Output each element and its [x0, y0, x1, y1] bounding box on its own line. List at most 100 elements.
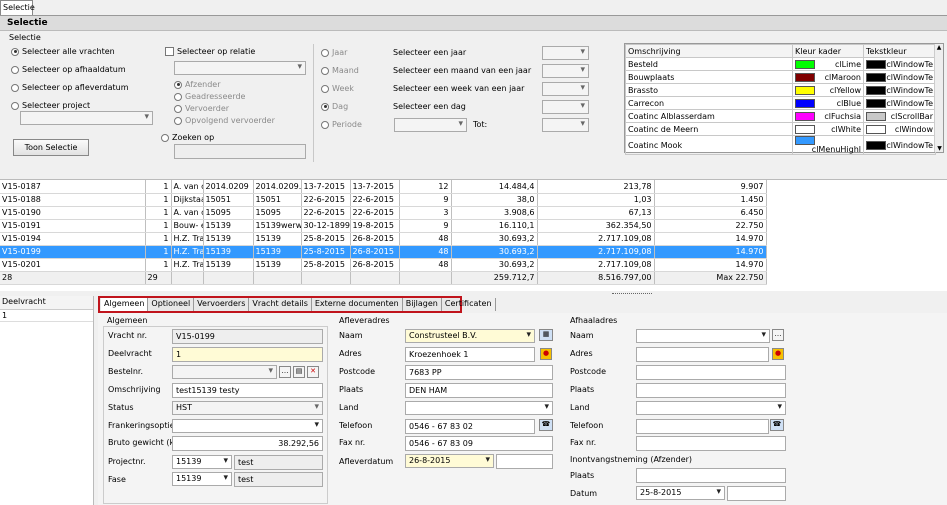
- delete-icon[interactable]: ✕: [307, 366, 319, 378]
- table-row[interactable]: V15-0201 1 H.Z. Tra 15139 15139 25-8-2015 26-8…: [0, 258, 767, 272]
- more-icon[interactable]: …: [279, 366, 291, 378]
- table-row[interactable]: V15-0194 1 H.Z. Tra 15139 15139 25-8-2015 26-8…: [0, 232, 767, 246]
- period-radio-4[interactable]: Periode: [321, 120, 362, 129]
- frank-select[interactable]: [172, 419, 323, 433]
- selectie-radio-2[interactable]: Selecteer op afleverdatum: [11, 83, 129, 92]
- toon-selectie-button[interactable]: Toon Selectie: [13, 139, 89, 156]
- tab-vervoerders[interactable]: Vervoerders: [194, 298, 250, 311]
- project-nr-select[interactable]: 15139: [172, 455, 232, 469]
- tab-certificaten[interactable]: Certificaten: [442, 298, 496, 311]
- afhaal-adres-field[interactable]: [636, 347, 769, 362]
- tab-vracht-details[interactable]: Vracht details: [249, 298, 312, 311]
- aflever-naam-select[interactable]: Construsteel B.V.: [405, 329, 535, 343]
- afhaal-postcode-field[interactable]: [636, 365, 786, 380]
- inontvangst-time[interactable]: [727, 486, 786, 501]
- afhaal-plaats-field[interactable]: [636, 383, 786, 398]
- bestelnr-select[interactable]: [172, 365, 277, 379]
- radio-dot[interactable]: [321, 66, 329, 75]
- radio-dot[interactable]: [11, 83, 19, 92]
- scroll-up-icon[interactable]: ▲: [935, 44, 943, 51]
- vrachten-grid[interactable]: V15-0187 1 A. van c 2014.0209 2014.0209. 13-7…: [0, 179, 947, 294]
- afhaal-phone-icon[interactable]: ☎: [770, 419, 784, 431]
- radio-dot[interactable]: [174, 104, 182, 113]
- afhaal-telefoon-field[interactable]: [636, 419, 769, 434]
- tab-externe-documenten[interactable]: Externe documenten: [312, 298, 403, 311]
- legend-row[interactable]: Besteld clLime clWindowTe: [625, 57, 936, 71]
- selectie-radio-3[interactable]: Selecteer project: [11, 101, 90, 110]
- relatie-option-1[interactable]: Geadresseerde: [174, 92, 245, 101]
- zoeken-op-radio[interactable]: Zoeken op: [161, 133, 214, 142]
- tab-optioneel[interactable]: Optioneel: [148, 298, 195, 311]
- period-radio-3[interactable]: Dag: [321, 102, 348, 111]
- aflever-adres-field[interactable]: Kroezenhoek 1: [405, 347, 535, 362]
- radio-dot[interactable]: [321, 84, 329, 93]
- legend-row[interactable]: Coatinc Alblasserdam clFuchsia clScrollB…: [625, 109, 936, 123]
- table-row[interactable]: V15-0190 1 A. van c 15095 15095 22-6-2015 22-6…: [0, 206, 767, 220]
- radio-dot[interactable]: [174, 92, 182, 101]
- table-row[interactable]: V15-0199 1 H.Z. Tra 15139 15139 25-8-2015 26-8…: [0, 245, 767, 259]
- aflever-postcode-field[interactable]: 7683 PP: [405, 365, 553, 380]
- period-select-0[interactable]: [542, 46, 589, 60]
- aflever-plaats-field[interactable]: DEN HAM: [405, 383, 553, 398]
- afleverdatum-select[interactable]: 26-8-2015: [405, 454, 494, 468]
- inontvangst-datum-select[interactable]: 25-8-2015: [636, 486, 725, 500]
- relatie-checkbox[interactable]: Selecteer op relatie: [165, 47, 255, 56]
- period-radio-1[interactable]: Maand: [321, 66, 359, 75]
- aflever-land-select[interactable]: [405, 401, 553, 415]
- period-select-3[interactable]: [542, 100, 589, 114]
- table-row[interactable]: V15-0187 1 A. van c 2014.0209 2014.0209. 13-7…: [0, 180, 767, 194]
- legend-row[interactable]: Coatinc Mook clMenuHighl clWindowTe: [625, 135, 936, 155]
- deelvracht-field[interactable]: 1: [172, 347, 323, 362]
- period-radio-2[interactable]: Week: [321, 84, 354, 93]
- document-icon[interactable]: ▤: [293, 366, 305, 378]
- radio-dot[interactable]: [11, 47, 19, 56]
- tab-bijlagen[interactable]: Bijlagen: [403, 298, 442, 311]
- aflever-fax-field[interactable]: 0546 - 67 83 09: [405, 436, 553, 451]
- tab-selectie[interactable]: Selectie: [0, 0, 35, 15]
- radio-dot[interactable]: [321, 102, 329, 111]
- radio-dot[interactable]: [321, 48, 329, 57]
- inontvangst-plaats-field[interactable]: [636, 468, 786, 483]
- legend-row[interactable]: Brassto clYellow clWindowTe: [625, 83, 936, 97]
- deelvracht-row[interactable]: 1: [0, 310, 93, 322]
- relatie-option-0[interactable]: Afzender: [174, 80, 220, 89]
- radio-dot[interactable]: [321, 120, 329, 129]
- afhaal-more-icon[interactable]: …: [772, 329, 784, 341]
- zoeken-radio-dot[interactable]: [161, 133, 169, 142]
- omschrijving-field[interactable]: test15139 testy: [172, 383, 323, 398]
- relatie-option-3[interactable]: Opvolgend vervoerder: [174, 116, 275, 125]
- afleverdatum-time[interactable]: [496, 454, 553, 469]
- period-select-1[interactable]: [542, 64, 589, 78]
- legend-table[interactable]: Omschrijving Kleur kader Tekstkleur Besteld…: [624, 43, 944, 155]
- bruto-field[interactable]: 38.292,56: [172, 436, 323, 451]
- fase-select[interactable]: 15139: [172, 472, 232, 486]
- legend-scrollbar[interactable]: ▲ ▼: [934, 44, 943, 152]
- periode-from-select[interactable]: [394, 118, 467, 132]
- legend-row[interactable]: Carrecon clBlue clWindowTe: [625, 96, 936, 110]
- selectie-radio-0[interactable]: Selecteer alle vrachten: [11, 47, 115, 56]
- radio-dot[interactable]: [174, 80, 182, 89]
- radio-dot[interactable]: [11, 101, 19, 110]
- period-select-2[interactable]: [542, 82, 589, 96]
- afhaal-land-select[interactable]: [636, 401, 786, 415]
- radio-dot[interactable]: [11, 65, 19, 74]
- map-icon[interactable]: ●: [540, 348, 552, 360]
- afhaal-map-icon[interactable]: ●: [772, 348, 784, 360]
- legend-row[interactable]: Bouwplaats clMaroon clWindowTe: [625, 70, 936, 84]
- deelvracht-list[interactable]: Deelvracht 1: [0, 296, 94, 505]
- project-select[interactable]: [20, 111, 153, 125]
- phone-icon[interactable]: ☎: [539, 419, 553, 431]
- table-row[interactable]: V15-0188 1 Dijkstaa 15051 15051 22-6-2015 22-6…: [0, 193, 767, 207]
- aflever-telefoon-field[interactable]: 0546 - 67 83 02: [405, 419, 535, 434]
- afhaal-naam-select[interactable]: [636, 329, 770, 343]
- relatie-select[interactable]: [174, 61, 306, 75]
- table-row[interactable]: V15-0191 1 Bouw- e 15139 15139werw 30-12-1899…: [0, 219, 767, 233]
- period-radio-0[interactable]: Jaar: [321, 48, 347, 57]
- scroll-down-icon[interactable]: ▼: [935, 145, 944, 152]
- zoeken-input[interactable]: [174, 144, 306, 159]
- radio-dot[interactable]: [174, 116, 182, 125]
- selectie-radio-1[interactable]: Selecteer op afhaaldatum: [11, 65, 126, 74]
- status-select[interactable]: HST: [172, 401, 323, 415]
- relatie-check-box[interactable]: [165, 47, 174, 56]
- splitter-grip[interactable]: [612, 293, 652, 295]
